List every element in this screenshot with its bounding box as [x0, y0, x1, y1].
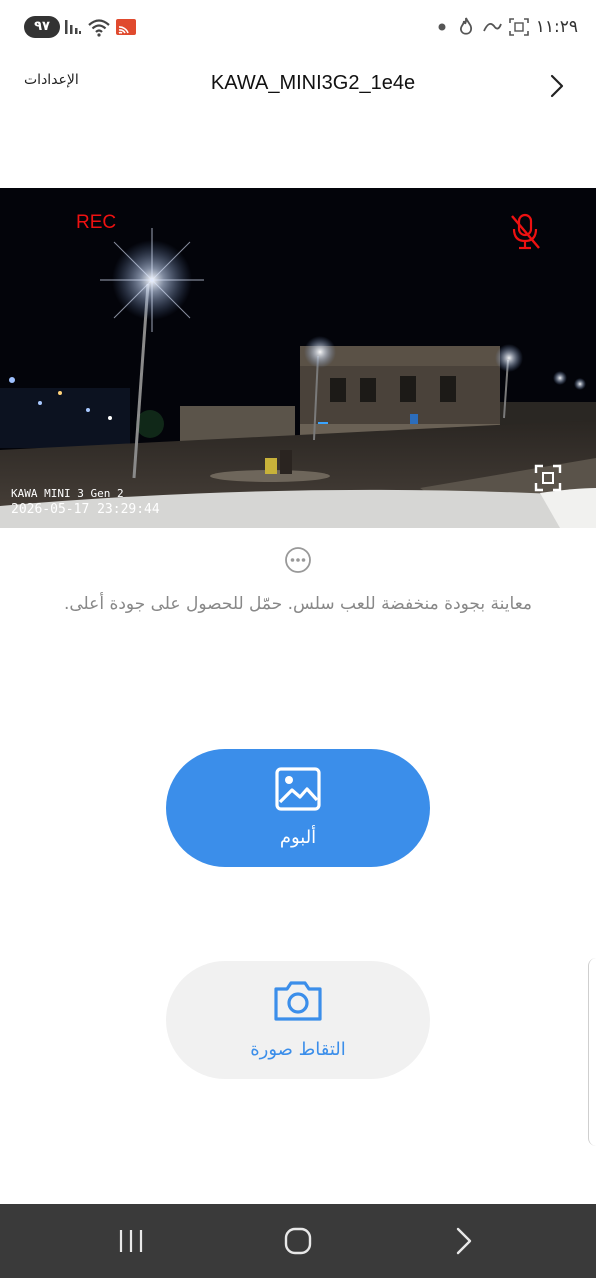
video-frame	[0, 188, 596, 528]
app-header: الإعدادات KAWA_MINI3G2_1e4e	[0, 56, 596, 116]
settings-link[interactable]: الإعدادات	[24, 72, 79, 88]
camera-icon	[274, 981, 322, 1021]
image-icon	[275, 767, 321, 811]
dot-icon	[438, 23, 446, 31]
capture-photo-button[interactable]: التقاط صورة	[166, 961, 430, 1079]
link-icon	[483, 22, 502, 32]
capture-label: التقاط صورة	[250, 1039, 346, 1060]
cast-icon	[116, 19, 136, 35]
home-icon[interactable]	[283, 1226, 313, 1256]
chevron-right-icon[interactable]	[548, 72, 566, 100]
preview-quality-hint: معاينة بجودة منخفضة للعب سلس. حمّل للحصو…	[63, 594, 533, 614]
system-nav-bar	[0, 1204, 596, 1278]
recents-icon[interactable]	[116, 1226, 146, 1256]
album-label: ألبوم	[279, 827, 317, 848]
osd-datetime: 2026-05-17 23:29:44	[11, 502, 160, 517]
fullscreen-icon[interactable]	[534, 464, 562, 492]
rec-indicator: REC	[76, 212, 117, 233]
more-icon[interactable]	[284, 546, 312, 574]
device-title: KAWA_MINI3G2_1e4e	[210, 72, 416, 94]
osd-model: KAWA MINI 3 Gen 2	[11, 487, 124, 500]
back-icon[interactable]	[450, 1226, 480, 1256]
battery-indicator: ٩٧	[24, 16, 60, 38]
live-video-preview[interactable]: REC KAWA MINI 3 Gen 2 2026-05-17 23:29:4…	[0, 188, 596, 528]
edge-panel-handle[interactable]	[588, 958, 596, 1146]
mic-off-icon[interactable]	[508, 212, 542, 252]
album-button[interactable]: ألبوم	[166, 749, 430, 867]
status-bar: ٩٧ ١١:٢٩	[0, 0, 596, 56]
signal-icon	[65, 20, 81, 34]
flame-icon	[459, 17, 473, 35]
screenshot-icon	[509, 18, 529, 36]
video-osd: KAWA MINI 3 Gen 2 2026-05-17 23:29:44	[11, 486, 160, 518]
clock: ١١:٢٩	[535, 17, 578, 37]
wifi-icon	[88, 19, 110, 37]
